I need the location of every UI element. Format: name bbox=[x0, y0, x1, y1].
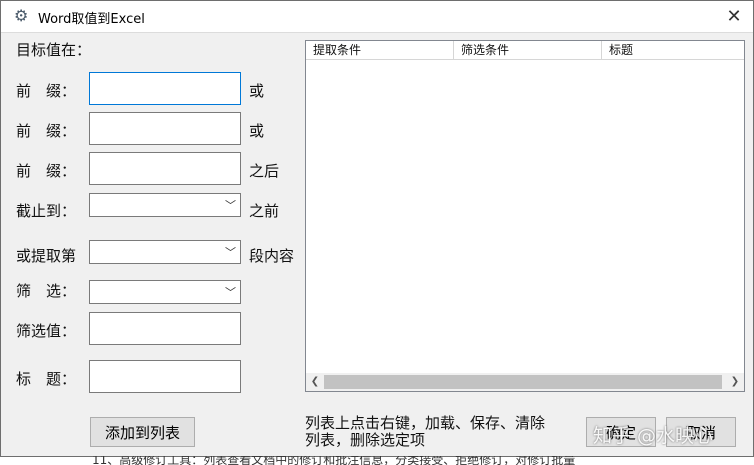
column-title[interactable]: 标题 bbox=[602, 41, 744, 59]
paragraph-content-label: 段内容 bbox=[249, 247, 295, 265]
until-dropdown[interactable]: ﹀ bbox=[89, 193, 241, 217]
close-button[interactable]: ✕ bbox=[717, 1, 751, 32]
column-extract-condition[interactable]: 提取条件 bbox=[306, 41, 454, 59]
chevron-down-icon: ﹀ bbox=[225, 199, 236, 212]
prefix-input-2[interactable] bbox=[89, 112, 241, 145]
watermark: 知乎 @水映心 bbox=[593, 425, 714, 447]
after-label: 之后 bbox=[249, 162, 280, 180]
window-title: Word取值到Excel bbox=[38, 12, 145, 27]
scrollbar-thumb[interactable] bbox=[324, 375, 722, 389]
list-header: 提取条件 筛选条件 标题 bbox=[306, 41, 744, 60]
condition-list[interactable]: 提取条件 筛选条件 标题 ❮ ❯ bbox=[305, 40, 745, 392]
target-label: 目标值在： bbox=[16, 41, 92, 59]
prefix-input-1[interactable] bbox=[89, 72, 241, 105]
paragraph-dropdown[interactable]: ﹀ bbox=[89, 240, 241, 264]
column-filter-condition[interactable]: 筛选条件 bbox=[454, 41, 602, 59]
horizontal-scrollbar[interactable]: ❮ ❯ bbox=[306, 373, 744, 391]
title-input[interactable] bbox=[89, 360, 241, 393]
prefix-label-2: 前 缀： bbox=[16, 122, 77, 140]
add-to-list-button[interactable]: 添加到列表 bbox=[90, 417, 195, 447]
title-bar: ⚙ Word取值到Excel ✕ bbox=[1, 1, 753, 33]
chevron-down-icon: ﹀ bbox=[225, 246, 236, 259]
filter-value-label: 筛选值： bbox=[16, 322, 77, 340]
extract-label: 或提取第 bbox=[16, 247, 77, 265]
prefix-label-1: 前 缀： bbox=[16, 82, 77, 100]
title-label: 标 题： bbox=[16, 370, 77, 388]
filter-label: 筛 选： bbox=[16, 282, 77, 300]
until-label: 截止到： bbox=[16, 202, 77, 220]
chevron-down-icon: ﹀ bbox=[225, 286, 236, 299]
prefix-label-3: 前 缀： bbox=[16, 162, 77, 180]
dialog-window: ⚙ Word取值到Excel ✕ 目标值在： 前 缀： 或 前 缀： 或 前 缀… bbox=[0, 0, 754, 457]
hint-line-1: 列表上点击右键，加载、保存、清除 bbox=[305, 414, 546, 432]
filter-dropdown[interactable]: ﹀ bbox=[89, 280, 241, 304]
gear-icon: ⚙ bbox=[14, 6, 29, 25]
or-label-2: 或 bbox=[249, 122, 265, 140]
hint-line-2: 列表，删除选定项 bbox=[305, 431, 426, 449]
list-hint: 列表上点击右键，加载、保存、清除 列表，删除选定项 bbox=[305, 415, 545, 449]
or-label-1: 或 bbox=[249, 82, 265, 100]
before-label: 之前 bbox=[249, 202, 280, 220]
filter-value-input[interactable] bbox=[89, 312, 241, 345]
background-document-text: 11、高级修订工具：列表查看文档中的修订和批注信息，分类接受、拒绝修订，对修订批… bbox=[92, 456, 576, 465]
scroll-right-icon[interactable]: ❯ bbox=[726, 373, 744, 391]
prefix-input-3[interactable] bbox=[89, 152, 241, 185]
scroll-left-icon[interactable]: ❮ bbox=[306, 373, 324, 391]
